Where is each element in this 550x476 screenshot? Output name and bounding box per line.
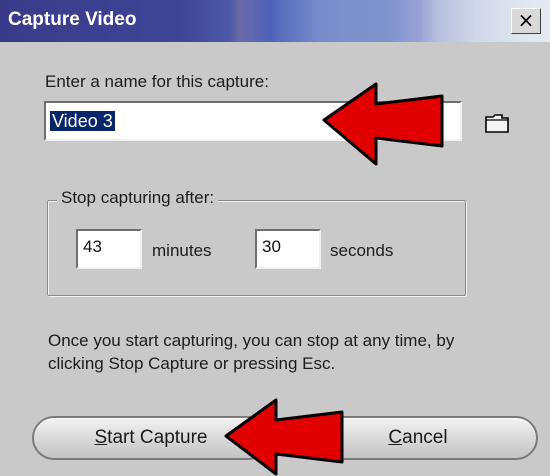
info-text-line2: clicking Stop Capture or pressing Esc. <box>48 354 336 373</box>
arrow-annotation-name-field <box>322 82 444 166</box>
cancel-label: ancel <box>402 427 448 448</box>
start-capture-label: tart Capture <box>107 427 208 448</box>
name-label: Enter a name for this capture: <box>45 72 269 91</box>
window-title: Capture Video <box>8 9 137 30</box>
folder-icon[interactable] <box>484 112 510 134</box>
minutes-label: minutes <box>152 241 212 260</box>
capture-name-value: Video 3 <box>50 111 115 131</box>
arrow-shape-upper <box>322 82 444 166</box>
info-text-line1: Once you start capturing, you can stop a… <box>48 331 455 350</box>
seconds-input[interactable]: 30 <box>255 229 321 269</box>
close-button[interactable]: × <box>511 8 541 34</box>
close-icon: × <box>517 8 535 32</box>
stop-capturing-label: Stop capturing after: <box>57 188 219 208</box>
start-capture-mnemonic: S <box>94 427 108 448</box>
arrow-shape-lower <box>224 398 344 476</box>
seconds-label: seconds <box>330 241 394 260</box>
capture-video-dialog: Capture Video × Enter a name for this ca… <box>0 0 550 476</box>
minutes-input[interactable]: 43 <box>76 229 142 269</box>
cancel-mnemonic: C <box>388 427 403 448</box>
arrow-annotation-start-button <box>224 398 344 476</box>
title-bar[interactable]: Capture Video × <box>0 0 550 42</box>
